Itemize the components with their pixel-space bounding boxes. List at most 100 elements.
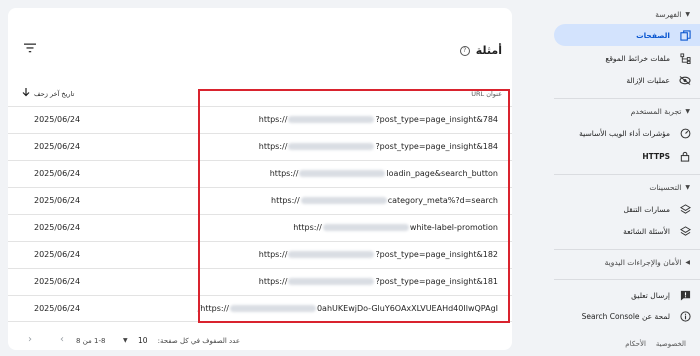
caret-left-icon: ◀ bbox=[685, 259, 690, 266]
chevron-left-icon[interactable]: ‹ bbox=[28, 334, 32, 345]
lock-icon bbox=[678, 149, 692, 163]
column-header-last-crawled-label: تاريخ آخر زحف bbox=[34, 89, 75, 98]
rows-per-page-select[interactable]: 10 bbox=[138, 336, 148, 345]
table-row[interactable]: https:// category_meta%?d=search 2025/06/2… bbox=[8, 187, 512, 214]
sitemap-icon bbox=[678, 51, 692, 65]
privacy-link[interactable]: الخصوصية bbox=[656, 340, 686, 348]
url-suffix: ?post_type=page_insight&182 bbox=[375, 250, 498, 259]
info-icon bbox=[678, 309, 692, 323]
url-cell[interactable]: https:// ?post_type=page_insight&184 bbox=[259, 142, 498, 151]
sidebar-item-sitemaps[interactable]: ملفات خرائط الموقع bbox=[554, 47, 700, 69]
caret-down-icon: ▼ bbox=[685, 184, 690, 191]
sidebar-item-removals[interactable]: عمليات الإزالة bbox=[554, 69, 700, 91]
url-suffix: white-label-promotion bbox=[409, 223, 498, 232]
sidebar-item-about[interactable]: لمحة عن Search Console bbox=[554, 305, 700, 327]
url-cell[interactable]: https:// white-label-promotion bbox=[293, 223, 498, 232]
caret-down-icon: ▼ bbox=[685, 11, 690, 18]
sidebar-item-core-web-vitals[interactable]: مؤشرات أداء الويب الأساسية bbox=[554, 122, 700, 144]
url-prefix: https:// bbox=[271, 196, 300, 205]
layers-icon bbox=[678, 202, 692, 216]
layers-icon bbox=[678, 224, 692, 238]
url-cell[interactable]: https:// category_meta%?d=search bbox=[271, 196, 498, 205]
section-security[interactable]: ◀ الأمان والإجراءات اليدوية bbox=[605, 258, 690, 267]
table-row[interactable]: https:// ?post_type=page_insight&184 2025/… bbox=[8, 133, 512, 160]
date-cell: 2025/06/24 bbox=[34, 115, 81, 124]
dropdown-caret-icon[interactable]: ▼ bbox=[123, 337, 128, 344]
redacted-domain bbox=[288, 116, 375, 123]
divider bbox=[554, 279, 700, 280]
section-security-label: الأمان والإجراءات اليدوية bbox=[604, 258, 682, 267]
divider bbox=[554, 174, 700, 175]
url-suffix: ?post_type=page_insight&784 bbox=[375, 115, 498, 124]
date-cell: 2025/06/24 bbox=[34, 223, 81, 232]
redacted-domain bbox=[229, 305, 316, 312]
url-prefix: https:// bbox=[258, 142, 288, 151]
table-row[interactable]: https:// loadin_page&search_button 2025/06… bbox=[8, 160, 512, 187]
help-icon[interactable]: ? bbox=[459, 45, 470, 56]
section-index[interactable]: ▼ الفهرسة bbox=[655, 10, 690, 19]
table-row[interactable]: https:// ?post_type=page_insight&784 2025/… bbox=[8, 106, 512, 133]
table-row[interactable]: https:// ?post_type=page_insight&182 2025/… bbox=[8, 241, 512, 268]
sidebar-item-core-web-vitals-label: مؤشرات أداء الويب الأساسية bbox=[579, 128, 670, 138]
terms-link[interactable]: الأحكام bbox=[625, 340, 646, 348]
section-experience-label: تجربة المستخدم bbox=[630, 107, 682, 116]
section-enhancements[interactable]: ▼ التحسينات bbox=[649, 183, 690, 192]
url-cell[interactable]: https:// ?post_type=page_insight&784 bbox=[259, 115, 498, 124]
section-enhancements-label: التحسينات bbox=[649, 183, 682, 192]
eye-off-icon bbox=[678, 73, 692, 87]
redacted-domain bbox=[300, 197, 387, 204]
url-prefix: https:// bbox=[269, 169, 299, 178]
url-cell[interactable]: https:// loadin_page&search_button bbox=[270, 169, 498, 178]
pages-icon bbox=[678, 28, 692, 42]
sidebar-item-submit-feedback[interactable]: إرسال تعليق bbox=[554, 284, 700, 306]
card-title: أمثلة ? bbox=[459, 44, 502, 57]
url-suffix: loadin_page&search_button bbox=[386, 169, 498, 178]
url-cell[interactable]: https:// ?post_type=page_insight&181 bbox=[259, 277, 498, 286]
url-prefix: https:// bbox=[258, 277, 288, 286]
rows-per-page-label: عدد الصفوف في كل صفحة: bbox=[157, 337, 240, 345]
section-experience[interactable]: ▼ تجربة المستخدم bbox=[631, 107, 690, 116]
url-prefix: /https:// bbox=[197, 304, 229, 313]
sidebar: ▼ الفهرسة الصفحات ملفات خرائط الموقع عمل… bbox=[554, 0, 700, 356]
caret-down-icon: ▼ bbox=[685, 108, 690, 115]
redacted-domain bbox=[288, 251, 375, 258]
url-prefix: https:// bbox=[258, 250, 288, 259]
column-header-last-crawled[interactable]: تاريخ آخر زحف bbox=[22, 88, 74, 99]
url-cell[interactable]: /https:// 0ahUKEwjDo-GluY6OAxXLVUEAHd40Il… bbox=[198, 304, 498, 313]
arrow-down-icon bbox=[22, 88, 30, 99]
table-row[interactable]: https:// white-label-promotion 2025/06/24 bbox=[8, 214, 512, 241]
url-suffix: 0ahUKEwjDo-GluY6OAxXLVUEAHd40IlwQPAgI bbox=[316, 304, 498, 313]
pagination: عدد الصفوف في كل صفحة: 10 ▼ 1-8 من 8 › ‹ bbox=[8, 333, 512, 351]
url-suffix: category_meta%?d=search bbox=[387, 196, 498, 205]
speed-gauge-icon bbox=[678, 126, 692, 140]
card-title-text: أمثلة bbox=[475, 44, 502, 57]
url-suffix: ?post_type=page_insight&184 bbox=[375, 142, 498, 151]
feedback-icon bbox=[678, 288, 692, 302]
sidebar-item-pages[interactable]: الصفحات bbox=[554, 24, 700, 46]
page-range: 1-8 من 8 bbox=[76, 337, 106, 345]
date-cell: 2025/06/24 bbox=[34, 142, 81, 151]
chevron-right-icon[interactable]: › bbox=[60, 334, 64, 345]
date-cell: 2025/06/24 bbox=[34, 304, 81, 313]
redacted-domain bbox=[288, 278, 375, 285]
table-row[interactable]: https:// ?post_type=page_insight&181 2025/… bbox=[8, 268, 512, 295]
sidebar-item-breadcrumbs[interactable]: مسارات التنقل bbox=[554, 198, 700, 220]
filter-icon[interactable] bbox=[22, 38, 36, 53]
sidebar-item-faq[interactable]: الأسئلة الشائعة bbox=[554, 220, 700, 242]
date-cell: 2025/06/24 bbox=[34, 277, 81, 286]
date-cell: 2025/06/24 bbox=[34, 196, 81, 205]
examples-table: https:// ?post_type=page_insight&784 2025/… bbox=[8, 106, 512, 322]
sidebar-item-sitemaps-label: ملفات خرائط الموقع bbox=[605, 53, 670, 63]
footer-links: الخصوصية الأحكام bbox=[625, 340, 686, 348]
url-prefix: https:// bbox=[258, 115, 288, 124]
table-row[interactable]: /https:// 0ahUKEwjDo-GluY6OAxXLVUEAHd40Il… bbox=[8, 295, 512, 322]
date-cell: 2025/06/24 bbox=[34, 250, 81, 259]
divider bbox=[554, 98, 700, 99]
column-header-url: عنوان URL bbox=[471, 90, 502, 98]
url-prefix: https:// bbox=[293, 223, 322, 232]
url-cell[interactable]: https:// ?post_type=page_insight&182 bbox=[259, 250, 498, 259]
divider bbox=[554, 249, 700, 250]
date-cell: 2025/06/24 bbox=[34, 169, 81, 178]
sidebar-item-https[interactable]: HTTPS bbox=[554, 145, 700, 167]
section-index-label: الفهرسة bbox=[655, 10, 682, 19]
